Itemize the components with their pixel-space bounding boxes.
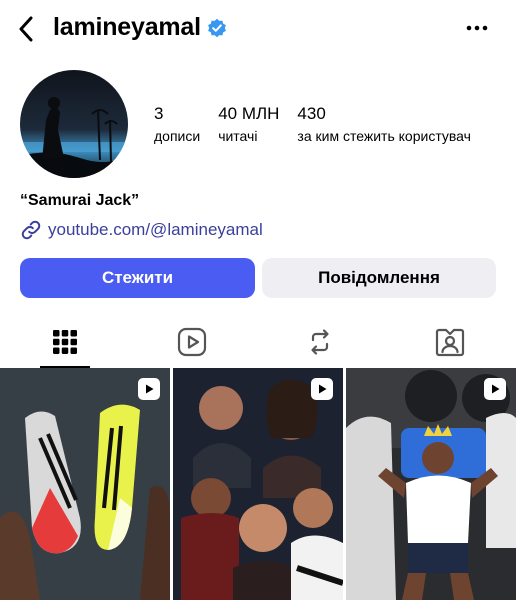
profile-link[interactable]: youtube.com/@lamineyamal (20, 219, 263, 241)
reels-icon (177, 327, 207, 357)
grid-icon (53, 330, 77, 354)
username-text: lamineyamal (53, 13, 201, 41)
stat-following-label: за ким стежить користувач (297, 128, 471, 144)
link-icon (21, 220, 41, 240)
reel-badge (138, 378, 160, 400)
post-image-crown (346, 368, 516, 600)
post-thumbnail[interactable] (0, 368, 170, 600)
repost-icon (311, 329, 329, 355)
profile-username: lamineyamal (53, 13, 227, 42)
profile-avatar[interactable] (20, 70, 128, 178)
tab-reposts[interactable] (288, 318, 352, 366)
back-button[interactable] (12, 14, 40, 44)
reel-icon (319, 384, 327, 394)
stat-followers[interactable]: 40 МЛН читачі (218, 104, 279, 146)
tagged-person-icon (435, 328, 465, 357)
stat-posts-label: дописи (154, 128, 201, 144)
message-button[interactable]: Повідомлення (262, 258, 496, 298)
follow-button[interactable]: Стежити (20, 258, 255, 298)
stat-posts-value: 3 (154, 104, 164, 123)
posts-grid (0, 368, 516, 600)
avatar-image (20, 70, 128, 178)
stat-following[interactable]: 430 за ким стежить користувач (297, 104, 471, 146)
profile-tabs (0, 318, 516, 368)
profile-link-text: youtube.com/@lamineyamal (48, 220, 263, 239)
chevron-left-icon (19, 16, 33, 42)
reel-icon (492, 384, 500, 394)
post-thumbnail[interactable] (346, 368, 516, 600)
verified-badge-icon (207, 18, 226, 37)
reel-icon (146, 384, 154, 394)
stat-followers-value: 40 МЛН (218, 104, 280, 123)
top-bar: lamineyamal (0, 0, 516, 58)
stat-followers-label: читачі (218, 128, 258, 144)
tab-tagged[interactable] (418, 318, 482, 366)
post-image-collage (173, 368, 343, 600)
tab-reels[interactable] (160, 318, 224, 366)
profile-bio: “Samurai Jack” (20, 192, 140, 209)
stat-following-value: 430 (297, 104, 326, 123)
post-thumbnail[interactable] (173, 368, 343, 600)
post-image-boots (0, 368, 170, 600)
profile-stats: 3 дописи 40 МЛН читачі 430 за ким стежит… (154, 104, 489, 146)
more-horizontal-icon (466, 25, 488, 31)
tab-grid[interactable] (33, 318, 97, 366)
reel-badge (311, 378, 333, 400)
reel-badge (484, 378, 506, 400)
stat-posts[interactable]: 3 дописи (154, 104, 200, 146)
more-options-button[interactable] (462, 18, 492, 38)
